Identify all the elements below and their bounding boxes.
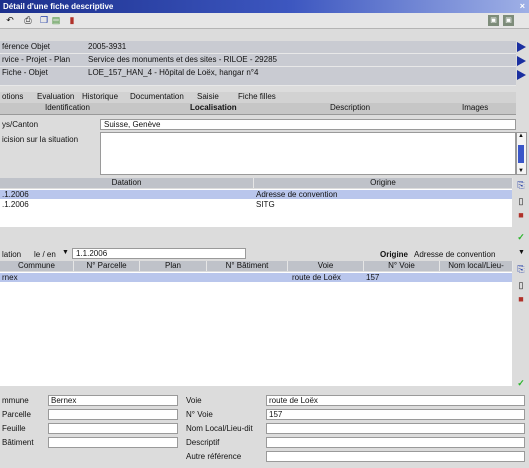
tab-identification[interactable]: Identification xyxy=(45,103,90,112)
pays-label: ys/Canton xyxy=(2,120,39,129)
nav-arrow-icon[interactable] xyxy=(517,56,526,66)
tab-localisation[interactable]: Localisation xyxy=(190,103,237,112)
tab-images[interactable]: Images xyxy=(462,103,488,112)
copy-icon[interactable]: ❐ xyxy=(38,15,50,26)
date-value: 1.1.2006 xyxy=(76,249,108,258)
col-header-origine[interactable]: Origine xyxy=(254,178,513,188)
row-origine: SITG xyxy=(256,200,275,209)
voie-label: Voie xyxy=(186,396,202,405)
fiche-label: Fiche - Objet xyxy=(2,68,48,77)
datation-filter-label: lation xyxy=(2,250,22,259)
check-icon[interactable]: ✓ xyxy=(516,232,526,242)
nav-arrow-icon[interactable] xyxy=(517,70,526,80)
col-header-commune[interactable]: Commune xyxy=(0,261,74,271)
origine-select[interactable]: Adresse de convention xyxy=(414,250,495,259)
check-icon[interactable]: ✓ xyxy=(516,378,526,388)
fiche-row: Fiche - Objet LOE_157_HAN_4 - Hôpital de… xyxy=(0,67,516,86)
tab-documentation[interactable]: Documentation xyxy=(130,92,184,101)
new-document-icon[interactable]: ▯ xyxy=(516,196,526,206)
precision-scrollbar[interactable]: ▲ ▼ xyxy=(516,132,527,175)
descriptif-label: Descriptif xyxy=(186,438,220,447)
autre-reference-field[interactable] xyxy=(266,451,525,462)
image-icon[interactable]: ▤ xyxy=(50,15,62,26)
undo-icon[interactable]: ↶ xyxy=(4,15,16,26)
table-row[interactable]: rnex route de Loëx 157 xyxy=(0,273,512,282)
col-header-lieu[interactable]: Nom local/Lieu- xyxy=(440,261,513,271)
no-voie-label: N° Voie xyxy=(186,410,213,419)
exit-icon[interactable]: ▣ xyxy=(503,15,514,26)
tab-fiche-filles[interactable]: Fiche filles xyxy=(238,92,276,101)
row-voie: route de Loëx xyxy=(292,273,341,282)
row-origine: Adresse de convention xyxy=(256,190,338,199)
table-row[interactable]: .1.2006 Adresse de convention xyxy=(0,190,512,199)
toolbar: ↶ ⎙ ❐ ▤ ▮ ▣ ▣ xyxy=(0,13,529,29)
scrollbar-thumb[interactable] xyxy=(518,145,524,163)
col-header-parcelle[interactable]: N° Parcelle xyxy=(74,261,140,271)
commune-field[interactable]: Bernex xyxy=(48,395,178,406)
parcelle-label: Parcelle xyxy=(2,410,31,419)
col-header-no-voie[interactable]: N° Voie xyxy=(364,261,440,271)
precision-textarea[interactable] xyxy=(100,132,516,175)
pays-field[interactable]: Suisse, Genève xyxy=(100,119,516,130)
window-titlebar: Détail d'une fiche descriptive × xyxy=(0,0,529,13)
no-voie-field[interactable]: 157 xyxy=(266,409,525,420)
col-header-voie[interactable]: Voie xyxy=(288,261,364,271)
col-header-datation[interactable]: Datation xyxy=(0,178,254,188)
voie-field[interactable]: route de Loëx xyxy=(266,395,525,406)
service-row: rvice - Projet - Plan Service des monume… xyxy=(0,54,516,67)
delete-icon[interactable]: ■ xyxy=(516,210,526,220)
close-icon[interactable]: × xyxy=(520,0,525,13)
service-value: Service des monuments et des sites - RIL… xyxy=(88,55,277,64)
col-header-batiment[interactable]: N° Bâtiment xyxy=(207,261,288,271)
origine-filter-label: Origine xyxy=(380,250,409,259)
new-document-icon[interactable]: ▯ xyxy=(516,280,526,290)
row-date: .1.2006 xyxy=(2,190,29,199)
address-table-body xyxy=(0,272,512,386)
date-mode-select[interactable]: le / en xyxy=(34,250,56,259)
row-date: .1.2006 xyxy=(2,200,29,209)
tab-historique[interactable]: Historique xyxy=(82,92,118,101)
no-voie-value: 157 xyxy=(269,410,283,419)
feuille-label: Feuille xyxy=(2,424,26,433)
sub-tabs: Identification Localisation Description … xyxy=(0,103,516,115)
commune-value: Bernex xyxy=(51,396,77,405)
precision-label: icision sur la situation xyxy=(2,135,79,144)
book-icon[interactable]: ▮ xyxy=(66,15,78,26)
commune-label: mmune xyxy=(2,396,29,405)
save-icon[interactable]: ▣ xyxy=(488,15,499,26)
tab-options[interactable]: otions xyxy=(2,92,23,101)
duplicate-icon[interactable]: ⎘ xyxy=(516,264,526,274)
print-icon[interactable]: ⎙ xyxy=(22,15,34,26)
service-label: rvice - Projet - Plan xyxy=(2,55,71,64)
autre-reference-label: Autre référence xyxy=(186,452,242,461)
col-header-plan[interactable]: Plan xyxy=(140,261,207,271)
reference-value: 2005-3931 xyxy=(88,42,127,51)
tab-description[interactable]: Description xyxy=(330,103,370,112)
chevron-down-icon[interactable]: ▼ xyxy=(62,249,69,256)
feuille-field[interactable] xyxy=(48,423,178,434)
batiment-label: Bâtiment xyxy=(2,438,34,447)
tab-saisie[interactable]: Saisie xyxy=(197,92,219,101)
row-no-voie: 157 xyxy=(366,273,380,282)
date-field[interactable]: 1.1.2006 xyxy=(72,248,246,259)
table-row[interactable]: .1.2006 SITG xyxy=(0,200,512,209)
batiment-field[interactable] xyxy=(48,437,178,448)
reference-row: férence Objet 2005-3931 xyxy=(0,41,516,54)
window-title: Détail d'une fiche descriptive xyxy=(3,2,114,11)
main-tabs: otions Evaluation Historique Documentati… xyxy=(0,92,516,103)
tab-evaluation[interactable]: Evaluation xyxy=(37,92,74,101)
voie-value: route de Loëx xyxy=(269,396,318,405)
duplicate-icon[interactable]: ⎘ xyxy=(516,180,526,190)
lieu-field[interactable] xyxy=(266,423,525,434)
reference-label: férence Objet xyxy=(2,42,51,51)
pays-value: Suisse, Genève xyxy=(104,120,161,129)
fiche-value: LOE_157_HAN_4 - Hôpital de Loëx, hangar … xyxy=(88,68,259,77)
row-commune: rnex xyxy=(2,273,18,282)
nav-arrow-icon[interactable] xyxy=(517,42,526,52)
lieu-label: Nom Local/Lieu-dit xyxy=(186,424,253,433)
parcelle-field[interactable] xyxy=(48,409,178,420)
delete-icon[interactable]: ■ xyxy=(516,294,526,304)
chevron-down-icon[interactable]: ▼ xyxy=(518,249,525,256)
descriptif-field[interactable] xyxy=(266,437,525,448)
